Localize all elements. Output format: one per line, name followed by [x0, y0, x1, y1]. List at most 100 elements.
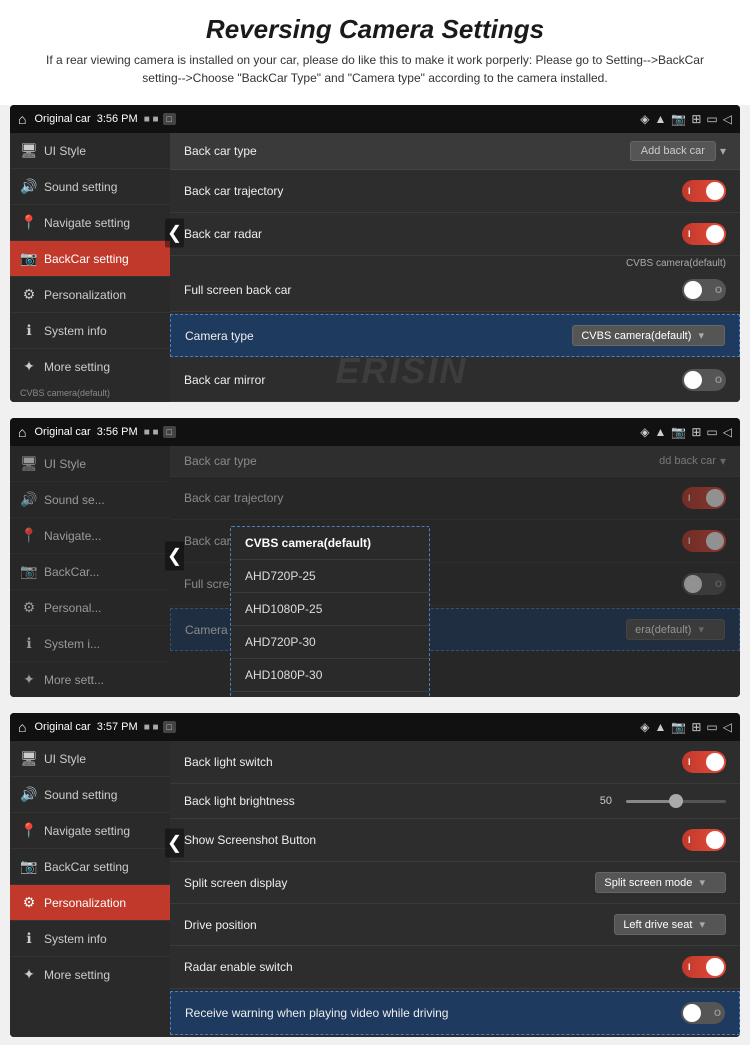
s3-ui-icon: 🖥	[20, 750, 38, 767]
sidebar-1: 🖥 UI Style 🔊 Sound setting 📍 Navigate se…	[10, 133, 170, 402]
s3-radar-enable-label: Radar enable switch	[184, 960, 682, 974]
sidebar-label-sysinfo: System info	[44, 324, 107, 338]
s3-sidebar-item-sound[interactable]: 🔊 Sound setting	[10, 777, 170, 813]
camera-type-label: Camera type	[185, 329, 572, 343]
backcar-icon-2: 📷	[20, 563, 38, 580]
s2-trajectory-toggle[interactable]: I	[682, 487, 726, 509]
home-icon-2[interactable]: ⌂	[18, 424, 26, 440]
cvbs-label: CVBS camera(default)	[170, 256, 740, 269]
home-icon[interactable]: ⌂	[18, 111, 26, 127]
title-section: Reversing Camera Settings If a rear view…	[0, 0, 750, 105]
signal-icon: ▲	[655, 112, 667, 126]
time-3: 3:57 PM	[97, 721, 138, 733]
popup-item-ahd1080-25[interactable]: AHD1080P-25	[231, 593, 429, 626]
sidebar-item-ui-style[interactable]: 🖥 UI Style	[10, 133, 170, 169]
s2-radar-toggle[interactable]: I	[682, 530, 726, 552]
screen-content-1: 🖥 UI Style 🔊 Sound setting 📍 Navigate se…	[10, 133, 740, 402]
s3-drive-dropdown[interactable]: Left drive seat ▾	[614, 914, 726, 935]
s3-sidebar-item-ui[interactable]: 🖥 UI Style	[10, 741, 170, 777]
s3-warning-toggle[interactable]: O	[681, 1002, 725, 1024]
s3-sidebar-item-personal[interactable]: ⚙ Personalization	[10, 885, 170, 921]
car-label-3: Original car	[34, 721, 90, 733]
popup-item-ahd720-25[interactable]: AHD720P-25	[231, 560, 429, 593]
camera-icon: 📷	[671, 112, 686, 126]
s3-sidebar-label-nav: Navigate setting	[44, 824, 130, 838]
home-icon-3[interactable]: ⌂	[18, 719, 26, 735]
brightness-slider-track[interactable]	[626, 800, 726, 803]
radar-label: Back car radar	[184, 227, 682, 241]
wifi-icon-3: ◈	[640, 720, 649, 734]
trajectory-toggle[interactable]: I	[682, 180, 726, 202]
popup-item-ahd1080-30[interactable]: AHD1080P-30	[231, 659, 429, 692]
s3-sidebar-item-backcar[interactable]: 📷 BackCar setting	[10, 849, 170, 885]
sidebar-item-personalization[interactable]: ⚙ Personalization	[10, 277, 170, 313]
main-content-1: Back car type Add back car ▾ Back car tr…	[170, 133, 740, 402]
camera-icon-2: 📷	[671, 425, 686, 439]
add-back-car-button[interactable]: Add back car	[630, 141, 716, 161]
s3-split-dropdown[interactable]: Split screen mode ▾	[595, 872, 726, 893]
sound-icon-2: 🔊	[20, 491, 38, 508]
sidebar2-label-ui: UI Style	[44, 457, 86, 471]
s3-sidebar-item-nav[interactable]: 📍 Navigate setting	[10, 813, 170, 849]
backcar-type-label: Back car type	[184, 144, 630, 158]
sidebar2-item-sound[interactable]: 🔊 Sound se...	[10, 482, 170, 518]
s3-backlight-label: Back light switch	[184, 755, 682, 769]
chevron-left-3[interactable]: ❮	[165, 829, 184, 858]
backcar-header-row-2: Back car type dd back car ▾	[170, 446, 740, 477]
sidebar-3: 🖥 UI Style 🔊 Sound setting 📍 Navigate se…	[10, 741, 170, 1037]
sidebar2-item-ui[interactable]: 🖥 UI Style	[10, 446, 170, 482]
sidebar-2: 🖥 UI Style 🔊 Sound se... 📍 Navigate... 📷…	[10, 446, 170, 697]
sidebar-label-personalization: Personalization	[44, 288, 126, 302]
camera-type-dropdown[interactable]: CVBS camera(default) ▾	[572, 325, 725, 346]
camera-dropdown-popup: CVBS camera(default) AHD720P-25 AHD1080P…	[230, 526, 430, 697]
sidebar-item-backcar[interactable]: 📷 BackCar setting	[10, 241, 170, 277]
s3-row-backlight: Back light switch I	[170, 741, 740, 784]
sidebar2-item-more[interactable]: ✦ More sett...	[10, 662, 170, 697]
grid-icon-2: ⊞	[691, 425, 701, 439]
sidebar2-item-nav[interactable]: 📍 Navigate...	[10, 518, 170, 554]
mirror-toggle[interactable]: O	[682, 369, 726, 391]
chevron-left-1[interactable]: ❮	[165, 219, 184, 248]
sidebar2-item-backcar[interactable]: 📷 BackCar...	[10, 554, 170, 590]
sidebar-item-navigate[interactable]: 📍 Navigate setting	[10, 205, 170, 241]
mirror-label: Back car mirror	[184, 373, 682, 387]
popup-item-auto[interactable]: Auto identification(default)	[231, 692, 429, 697]
status-icons-3: ◈ ▲ 📷 ⊞ ▭ ◁	[640, 720, 732, 734]
fullscreen-toggle[interactable]: O	[682, 279, 726, 301]
sidebar-item-more[interactable]: ✦ More setting	[10, 349, 170, 384]
popup-item-ahd720-30[interactable]: AHD720P-30	[231, 626, 429, 659]
sidebar2-item-sysinfo[interactable]: ℹ System i...	[10, 626, 170, 662]
s3-screenshot-toggle[interactable]: I	[682, 829, 726, 851]
split-icon: ▭	[706, 112, 717, 126]
screen-badge-3: □	[163, 721, 176, 733]
chevron-left-2[interactable]: ❮	[165, 542, 184, 571]
s2-camera-dropdown[interactable]: era(default) ▾	[626, 619, 725, 640]
sidebar-item-sound[interactable]: 🔊 Sound setting	[10, 169, 170, 205]
s3-sidebar-label-sound: Sound setting	[44, 788, 117, 802]
sidebar-item-sysinfo[interactable]: ℹ System info	[10, 313, 170, 349]
add-action-2: dd back car	[659, 455, 716, 467]
s3-sysinfo-icon: ℹ	[20, 930, 38, 947]
radar-toggle[interactable]: I	[682, 223, 726, 245]
back-icon-3: ◁	[723, 720, 732, 734]
sidebar2-label-backcar: BackCar...	[44, 565, 99, 579]
s3-sidebar-label-personal: Personalization	[44, 896, 126, 910]
setting-row-radar: Back car radar I	[170, 213, 740, 256]
s3-sidebar-label-backcar: BackCar setting	[44, 860, 129, 874]
s2-fullscreen-toggle[interactable]: O	[682, 573, 726, 595]
s3-sidebar-label-more: More setting	[44, 968, 110, 982]
popup-item-cvbs[interactable]: CVBS camera(default)	[231, 527, 429, 560]
backcar-type-label-2: Back car type	[184, 454, 659, 468]
s3-radar-enable-toggle[interactable]: I	[682, 956, 726, 978]
s3-personal-icon: ⚙	[20, 894, 38, 911]
s2-camera-value: era(default)	[635, 624, 691, 636]
s3-backlight-toggle[interactable]: I	[682, 751, 726, 773]
screen-panel-1: ⌂ Original car 3:56 PM ■ ■ □ ◈ ▲ 📷 ⊞ ▭ ◁…	[10, 105, 740, 402]
toggle-off-label2: O	[715, 375, 722, 385]
s3-sidebar-item-more[interactable]: ✦ More setting	[10, 957, 170, 992]
sidebar2-item-personal[interactable]: ⚙ Personal...	[10, 590, 170, 626]
sidebar-label-sound: Sound setting	[44, 180, 117, 194]
time-2: 3:56 PM	[97, 426, 138, 438]
s3-row-radar-enable: Radar enable switch I	[170, 946, 740, 989]
s3-sidebar-item-sysinfo[interactable]: ℹ System info	[10, 921, 170, 957]
